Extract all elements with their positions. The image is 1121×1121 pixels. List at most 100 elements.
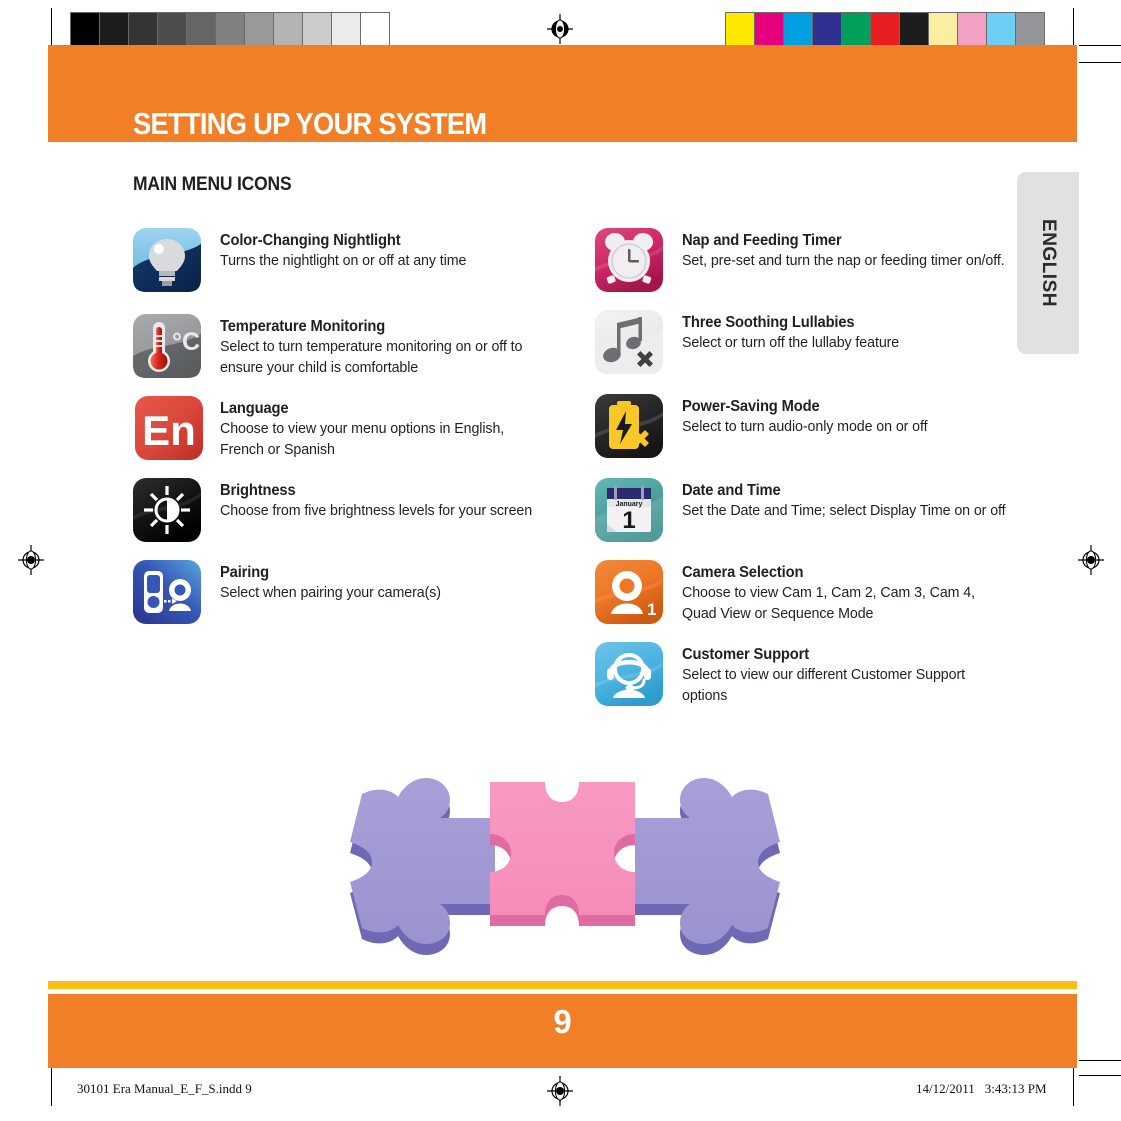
color-swatch — [958, 13, 987, 47]
color-swatch — [245, 13, 274, 47]
color-swatch — [813, 13, 842, 47]
list-item: Customer Support Select to view our diff… — [595, 642, 1025, 708]
list-item-text: Date and Time Set the Date and Time; sel… — [665, 478, 1023, 521]
color-swatch — [929, 13, 958, 47]
list-item: Three Soothing Lullabies Select or turn … — [595, 310, 1025, 376]
footer-accent-rule — [48, 981, 1077, 989]
page-title: SETTING UP YOUR SYSTEM — [133, 106, 487, 141]
list-item-title: Camera Selection — [682, 564, 804, 581]
list-item-text: Customer Support Select to view our diff… — [665, 642, 1025, 706]
registration-mark-left — [16, 545, 46, 575]
list-item-text: Temperature Monitoring Select to turn te… — [203, 314, 563, 378]
pairing-icon — [133, 560, 203, 626]
list-item-title: Date and Time — [682, 482, 781, 499]
svg-text:°C: °C — [172, 328, 200, 356]
trim-rule-lower — [1079, 1060, 1121, 1061]
list-item-text: Pairing Select when pairing your camera(… — [203, 560, 453, 603]
list-item-description: Turns the nightlight on or off at any ti… — [220, 252, 467, 269]
color-swatch — [987, 13, 1016, 47]
list-item: 1 Camera Selection Choose to view Cam 1,… — [595, 560, 1025, 626]
list-item-title: Brightness — [220, 482, 296, 499]
list-item-description: Select to view our different Customer Su… — [682, 666, 965, 704]
camera-selection-icon: 1 — [595, 560, 665, 626]
list-item-description: Select or turn off the lullaby feature — [682, 334, 900, 351]
list-item-text: Nap and Feeding Timer Set, pre-set and t… — [665, 228, 1022, 271]
color-swatch — [1016, 13, 1044, 47]
list-item-title: Language — [220, 400, 289, 417]
list-item-text: Language Choose to view your menu option… — [203, 396, 563, 460]
color-swatch — [274, 13, 303, 47]
customer-support-headset-icon — [595, 642, 665, 708]
trim-rule-upper — [1079, 45, 1121, 46]
color-swatch — [755, 13, 784, 47]
color-swatch — [784, 13, 813, 47]
list-item-description: Set, pre-set and turn the nap or feeding… — [682, 252, 1005, 269]
list-item: En Language Choose to view your menu opt… — [133, 396, 563, 462]
menu-icon-list-right: Nap and Feeding Timer Set, pre-set and t… — [595, 228, 1025, 708]
nightlight-icon — [133, 228, 203, 294]
crop-mark-bottom-left — [51, 1068, 52, 1106]
svg-text:En: En — [142, 407, 196, 454]
crop-mark-top-left — [51, 8, 52, 46]
color-swatch — [361, 13, 389, 47]
registration-mark-bottom — [545, 1076, 575, 1106]
color-swatch — [726, 13, 755, 47]
list-item-text: Color-Changing Nightlight Turns the nigh… — [203, 228, 479, 271]
list-item-title: Nap and Feeding Timer — [682, 232, 842, 249]
crop-mark-top-right — [1073, 8, 1074, 46]
calendar-icon: January 1 — [595, 478, 665, 544]
thermometer-icon: °C — [133, 314, 203, 380]
list-item: Color-Changing Nightlight Turns the nigh… — [133, 228, 563, 294]
three-puzzle-pieces-graphic — [340, 752, 790, 957]
color-swatch — [216, 13, 245, 47]
list-item-description: Choose to view your menu options in Engl… — [220, 420, 505, 458]
list-item: Nap and Feeding Timer Set, pre-set and t… — [595, 228, 1025, 294]
list-item-title: Temperature Monitoring — [220, 318, 386, 335]
list-item-title: Color-Changing Nightlight — [220, 232, 401, 249]
alarm-clock-icon — [595, 228, 665, 294]
list-item: January 1 Date and Time Set the Date and… — [595, 478, 1025, 544]
color-swatch — [187, 13, 216, 47]
list-item-description: Set the Date and Time; select Display Ti… — [682, 502, 1006, 519]
color-swatch — [158, 13, 187, 47]
list-item-description: Select to turn audio-only mode on or off — [682, 418, 928, 435]
crop-mark-bottom-right — [1073, 1068, 1074, 1106]
color-swatch — [100, 13, 129, 47]
list-item-title: Pairing — [220, 564, 269, 581]
list-item: Power-Saving Mode Select to turn audio-o… — [595, 394, 1025, 460]
language-en-icon: En — [133, 396, 203, 462]
registration-mark-top — [545, 14, 575, 44]
list-item-text: Power-Saving Mode Select to turn audio-o… — [665, 394, 940, 437]
imprint-timestamp: 14/12/2011 3:43:13 PM — [916, 1081, 1047, 1097]
brightness-sun-icon — [133, 478, 203, 544]
menu-icon-list-left: Color-Changing Nightlight Turns the nigh… — [133, 228, 563, 626]
color-swatch — [900, 13, 929, 47]
music-notes-off-icon — [595, 310, 665, 376]
list-item-text: Three Soothing Lullabies Select or turn … — [665, 310, 911, 353]
list-item: Pairing Select when pairing your camera(… — [133, 560, 563, 626]
section-heading: MAIN MENU ICONS — [133, 174, 292, 195]
list-item-text: Brightness Choose from five brightness l… — [203, 478, 548, 521]
language-tab-english[interactable]: ENGLISH — [1017, 172, 1079, 354]
list-item-title: Three Soothing Lullabies — [682, 314, 855, 331]
color-swatch — [332, 13, 361, 47]
list-item-description: Choose from five brightness levels for y… — [220, 502, 533, 519]
grayscale-calibration-strip — [70, 12, 390, 48]
list-item-description: Select when pairing your camera(s) — [220, 584, 441, 601]
list-item-title: Power-Saving Mode — [682, 398, 820, 415]
camera-number-badge: 1 — [647, 600, 656, 619]
battery-power-saving-icon — [595, 394, 665, 460]
list-item-text: Camera Selection Choose to view Cam 1, C… — [665, 560, 1025, 624]
list-item: Brightness Choose from five brightness l… — [133, 478, 563, 544]
imprint-time: 3:43:13 PM — [984, 1081, 1047, 1096]
color-swatch — [129, 13, 158, 47]
color-swatch — [842, 13, 871, 47]
color-swatch — [71, 13, 100, 47]
list-item-description: Choose to view Cam 1, Cam 2, Cam 3, Cam … — [682, 584, 976, 622]
list-item: °C Temperature Monitoring Select to turn… — [133, 314, 563, 380]
language-tab-label: ENGLISH — [1038, 219, 1059, 307]
trim-rule-lower2 — [1079, 1075, 1121, 1076]
color-swatch — [871, 13, 900, 47]
list-item-description: Select to turn temperature monitoring on… — [220, 338, 523, 376]
page-footer-band: 9 — [48, 994, 1077, 1068]
